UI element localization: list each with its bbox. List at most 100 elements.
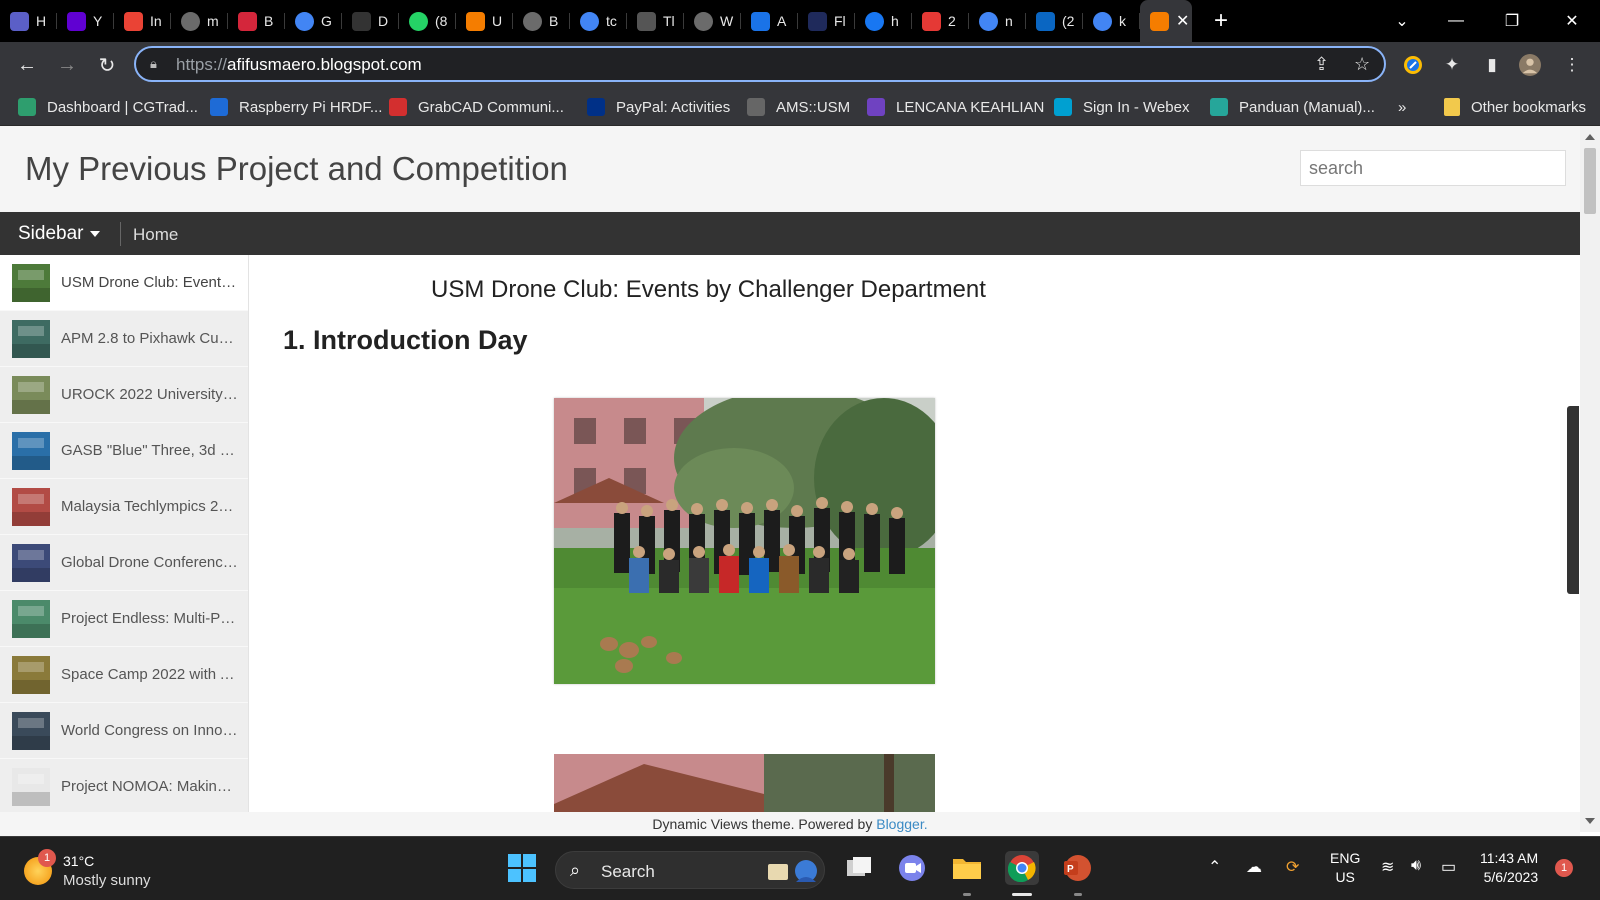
browser-tab[interactable]: In (114, 0, 171, 42)
browser-tab[interactable]: 2 (912, 0, 969, 42)
back-arrow-icon[interactable]: ← (12, 50, 42, 80)
app-icon (751, 11, 770, 31)
other-bookmarks-folder[interactable]: Other bookmarks (1444, 97, 1586, 117)
onedrive-cloud-icon[interactable]: ☁ (1246, 857, 1262, 877)
bookmark-item[interactable]: LENCANA KEAHLIAN (867, 97, 1044, 117)
browser-tab[interactable]: Fl (798, 0, 855, 42)
browser-tab[interactable]: h (855, 0, 912, 42)
sidebar-post-item[interactable]: Space Camp 2022 with Angkasa-X (0, 647, 248, 703)
browser-tab[interactable]: k (1083, 0, 1140, 42)
group-photo[interactable] (554, 398, 935, 684)
side-panel-icon[interactable]: ▮ (1481, 54, 1503, 76)
page-scrollbar[interactable] (1580, 126, 1600, 832)
bookmark-item[interactable]: Panduan (Manual)... (1210, 97, 1375, 117)
bookmark-item[interactable]: AMS::USM (747, 97, 850, 117)
lock-icon[interactable]: 🔒︎ (150, 56, 166, 72)
list-icon (867, 98, 885, 116)
close-window-button[interactable]: ✕ (1544, 0, 1600, 42)
windows-start-icon[interactable] (505, 851, 539, 885)
b-icon (238, 11, 257, 31)
blog-page: My Previous Project and Competition Side… (0, 126, 1580, 832)
scroll-up-arrow-icon[interactable] (1585, 134, 1595, 140)
bookmark-item[interactable]: GrabCAD Communi... (389, 97, 564, 117)
show-hidden-icons-chevron-icon[interactable]: ⌃ (1208, 857, 1221, 877)
browser-tab[interactable]: U (456, 0, 513, 42)
bookmark-label: LENCANA KEAHLIAN (896, 98, 1045, 116)
browser-tab[interactable]: Y (57, 0, 114, 42)
tab-title: W (720, 13, 734, 29)
sidebar-post-item[interactable]: Malaysia Techlympics 2022 (0, 479, 248, 535)
restore-button[interactable]: ❐ (1484, 0, 1540, 42)
bookmark-star-icon[interactable]: ☆ (1354, 54, 1370, 75)
close-tab-icon[interactable]: ✕ (1176, 11, 1189, 31)
browser-tab[interactable]: W (684, 0, 741, 42)
browser-tab[interactable]: (8 (399, 0, 456, 42)
teams-chat-icon[interactable] (895, 851, 929, 885)
browser-tab[interactable]: B (513, 0, 570, 42)
weather-widget[interactable]: 1 31°C Mostly sunny (24, 849, 184, 889)
task-view-icon[interactable] (842, 851, 876, 885)
browser-tab[interactable]: m (171, 0, 228, 42)
scrollbar-thumb[interactable] (1584, 148, 1596, 214)
search-input[interactable] (1301, 151, 1565, 185)
sidebar-post-item[interactable]: Project Endless: Multi-Purpose Drone (0, 591, 248, 647)
sidebar-post-item[interactable]: UROCK 2022 University Rocketry Challenge (0, 367, 248, 423)
browser-tab[interactable]: B (228, 0, 285, 42)
sidebar-post-item[interactable]: World Congress on Innovation 2022 (0, 703, 248, 759)
chrome-taskbar-icon[interactable] (1005, 851, 1039, 885)
sidebar-post-item[interactable]: Global Drone Conference 2022 (0, 535, 248, 591)
more-bookmarks-button[interactable]: » (1398, 97, 1406, 117)
url-text[interactable]: https://afifusmaero.blogspot.com (176, 55, 422, 75)
post-thumbnail (12, 263, 50, 302)
profile-avatar[interactable] (1519, 54, 1541, 76)
minimize-button[interactable]: — (1428, 0, 1484, 42)
paypal-icon (587, 98, 605, 116)
sidebar-post-item[interactable]: Project NOMOA: Making a Drone (0, 759, 248, 815)
home-link[interactable]: Home (133, 225, 178, 245)
powerpoint-icon[interactable]: P (1060, 851, 1094, 885)
new-tab-button[interactable]: + (1206, 7, 1236, 35)
footer-text: Dynamic Views theme. Powered by (652, 816, 877, 832)
grabcad-icon (389, 98, 407, 116)
sidebar-post-item[interactable]: APM 2.8 to Pixhawk Cube Conversion (0, 311, 248, 367)
browser-tab[interactable]: H (0, 0, 57, 42)
bookmark-item[interactable]: PayPal: Activities (587, 97, 730, 117)
extensions-puzzle-icon[interactable]: ✦ (1441, 54, 1463, 76)
taskbar-search[interactable]: ⌕ Search (555, 851, 825, 889)
language-indicator[interactable]: ENG US (1330, 849, 1360, 887)
sidebar-post-item[interactable]: USM Drone Club: Events by Challenger Dep… (0, 255, 248, 311)
bookmark-item[interactable]: Dashboard | CGTrad... (18, 97, 198, 117)
tab-search-chevron-icon[interactable]: ⌄ (1374, 0, 1430, 42)
browser-tab[interactable]: A (741, 0, 798, 42)
reload-icon[interactable]: ↻ (92, 50, 122, 80)
view-selector-dropdown[interactable]: Sidebar (18, 223, 100, 245)
blogger-link[interactable]: Blogger. (876, 816, 927, 832)
post-thumbnail (12, 543, 50, 582)
browser-tab[interactable]: (2 (1026, 0, 1083, 42)
address-bar[interactable]: 🔒︎ https://afifusmaero.blogspot.com ⇪ ☆ (134, 46, 1386, 82)
clock[interactable]: 11:43 AM 5/6/2023 (1480, 849, 1538, 887)
sidebar-post-item[interactable]: GASB "Blue" Three, 3d Printed Frame (0, 423, 248, 479)
bookmark-item[interactable]: Sign In - Webex (1054, 97, 1189, 117)
search-box[interactable] (1300, 150, 1566, 186)
sync-icon[interactable]: ⟳ (1286, 857, 1299, 877)
notification-badge[interactable]: 1 (1555, 859, 1573, 877)
share-icon[interactable]: ⇪ (1314, 54, 1329, 75)
chrome-menu-icon[interactable]: ⋮ (1561, 54, 1583, 76)
browser-tab[interactable]: n (969, 0, 1026, 42)
browser-tab[interactable]: D (342, 0, 399, 42)
forward-arrow-icon[interactable]: → (52, 50, 82, 80)
browser-tab[interactable]: Tl (627, 0, 684, 42)
content-scroll-indicator[interactable] (1567, 406, 1579, 594)
bookmark-item[interactable]: Raspberry Pi HRDF... (210, 97, 382, 117)
volume-icon[interactable]: 🔊︎ (1411, 857, 1421, 875)
active-browser-tab[interactable]: ✕ (1140, 0, 1192, 42)
blog-title[interactable]: My Previous Project and Competition (25, 150, 568, 188)
file-explorer-icon[interactable] (950, 851, 984, 885)
extension-compass-icon[interactable] (1402, 54, 1424, 76)
browser-tab[interactable]: G (285, 0, 342, 42)
battery-icon[interactable]: ▭ (1441, 857, 1456, 877)
wifi-icon[interactable]: ≋ (1381, 857, 1394, 877)
browser-tab[interactable]: tc (570, 0, 627, 42)
scroll-down-arrow-icon[interactable] (1585, 818, 1595, 824)
